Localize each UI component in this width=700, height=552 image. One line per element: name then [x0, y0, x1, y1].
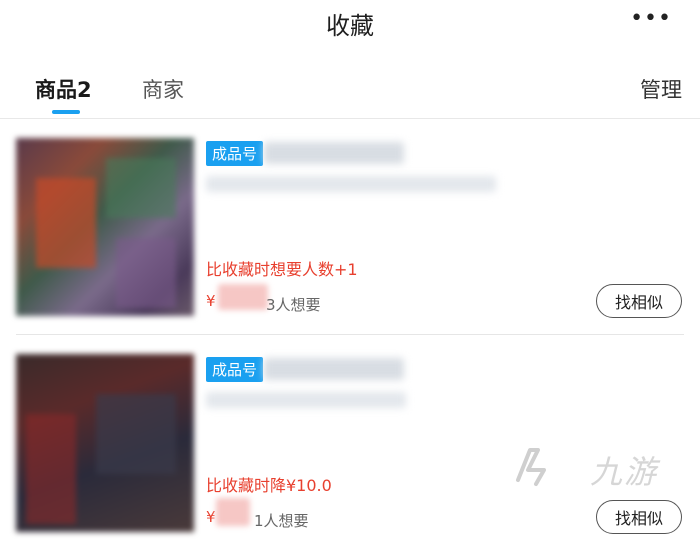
want-count: 1人想要 — [254, 512, 309, 530]
blurred-subtitle — [206, 176, 496, 192]
favorite-item[interactable]: 成品号 比收藏时降¥10.0 ¥ 1人想要 找相似 — [16, 352, 686, 552]
tab-products[interactable]: 商品2 — [35, 74, 92, 104]
favorite-item[interactable]: 成品号 比收藏时想要人数+1 ¥ 3人想要 找相似 — [16, 136, 686, 336]
active-tab-indicator — [52, 110, 80, 114]
divider — [16, 334, 684, 335]
blurred-price — [218, 284, 268, 310]
manage-button[interactable]: 管理 — [640, 74, 682, 104]
top-bar: 收藏 ••• — [0, 0, 700, 48]
want-count: 3人想要 — [266, 296, 321, 314]
watermark-logo-icon — [516, 448, 546, 486]
page-title: 收藏 — [326, 12, 374, 40]
blurred-subtitle — [206, 392, 406, 408]
more-options-icon[interactable]: ••• — [630, 6, 672, 31]
blurred-price — [216, 498, 250, 526]
promo-text: 比收藏时降¥10.0 — [206, 476, 332, 495]
currency-symbol: ¥ — [206, 292, 216, 310]
currency-symbol: ¥ — [206, 508, 216, 526]
product-type-badge: 成品号 — [206, 141, 264, 166]
product-thumbnail[interactable] — [16, 354, 194, 532]
product-thumbnail[interactable] — [16, 138, 194, 316]
watermark-text: 九游 — [589, 453, 658, 491]
blurred-title — [264, 142, 404, 164]
find-similar-button[interactable]: 找相似 — [596, 284, 682, 318]
promo-text: 比收藏时想要人数+1 — [206, 260, 358, 279]
product-type-badge: 成品号 — [206, 357, 264, 382]
blurred-title — [264, 358, 404, 380]
find-similar-button[interactable]: 找相似 — [596, 500, 682, 534]
tab-merchants[interactable]: 商家 — [142, 74, 184, 104]
tab-bar: 商品2 商家 管理 — [0, 62, 700, 119]
